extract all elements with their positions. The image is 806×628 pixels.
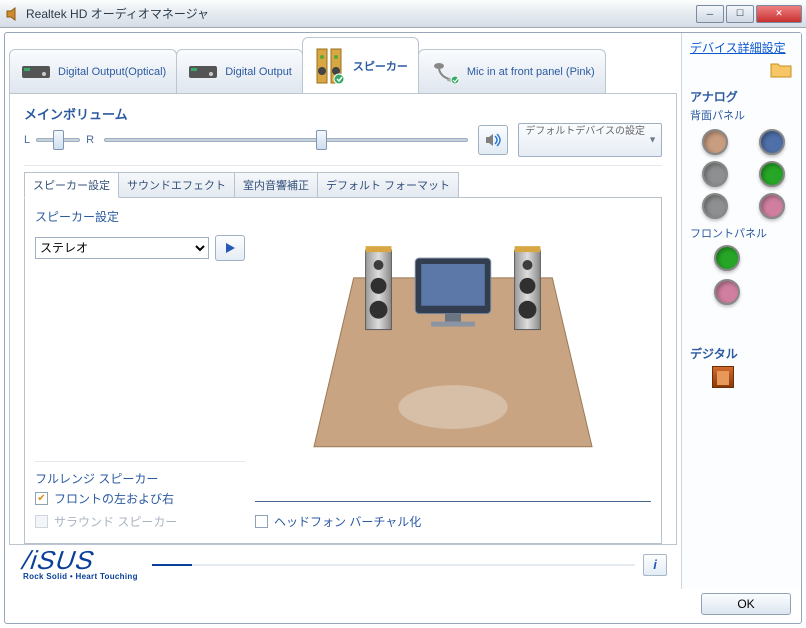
tab-default-format[interactable]: デフォルト フォーマット: [317, 172, 459, 198]
jack-rear-6[interactable]: [759, 193, 785, 219]
jack-rear-4[interactable]: [759, 161, 785, 187]
default-device-label: デフォルトデバイスの設定: [525, 126, 645, 137]
footer: /iSUS Rock Solid • Heart Touching i: [9, 545, 677, 589]
speaker-config-select[interactable]: ステレオ: [35, 237, 209, 259]
close-button[interactable]: ✕: [756, 5, 802, 23]
tab-speaker-config[interactable]: スピーカー設定: [24, 172, 119, 198]
digital-label: デジタル: [690, 345, 797, 362]
app-icon: [4, 6, 20, 22]
analog-label: アナログ: [690, 88, 797, 105]
tab-speakers[interactable]: スピーカー: [302, 37, 419, 93]
default-device-dropdown[interactable]: デフォルトデバイスの設定: [518, 123, 662, 157]
jack-rear-1[interactable]: [702, 129, 728, 155]
headphone-virtualization-checkbox[interactable]: ヘッドフォン バーチャル化: [255, 510, 651, 533]
receiver-icon: [20, 60, 52, 84]
jack-front-1[interactable]: [714, 245, 740, 271]
rear-jacks: [690, 129, 797, 219]
balance-r: R: [86, 134, 94, 146]
window-controls: ─ ☐ ✕: [694, 5, 802, 23]
checkbox-label: フロントの左および右: [54, 490, 174, 507]
speaker-room-visual: [255, 208, 651, 497]
jack-rear-3[interactable]: [702, 161, 728, 187]
full-range-label: フルレンジ スピーカー: [35, 470, 245, 487]
minimize-button[interactable]: ─: [696, 5, 724, 23]
tab-digital-output[interactable]: Digital Output: [176, 49, 303, 93]
mute-button[interactable]: [478, 125, 508, 155]
checkbox-label: ヘッドフォン バーチャル化: [274, 513, 421, 530]
folder-icon[interactable]: [769, 60, 793, 78]
full-range-surround-checkbox: サラウンド スピーカー: [35, 510, 245, 533]
speaker-config-label: スピーカー設定: [35, 208, 245, 225]
device-tabs: Digital Output(Optical) Digital Output ス…: [9, 37, 677, 93]
tab-label: Digital Output(Optical): [58, 66, 166, 78]
ok-row: OK: [5, 589, 801, 623]
tab-label: Digital Output: [225, 66, 292, 78]
main-volume-section: メインボリューム L R デフォルトデバイスの設定: [24, 104, 662, 166]
balance-slider[interactable]: [36, 138, 80, 142]
main-volume-label: メインボリューム: [24, 104, 662, 123]
play-test-button[interactable]: [215, 235, 245, 261]
checkbox-icon: [255, 515, 268, 528]
main-volume-slider[interactable]: [104, 138, 468, 142]
full-range-front-checkbox[interactable]: ✔ フロントの左および右: [35, 487, 245, 510]
tab-label: スピーカー: [353, 58, 408, 74]
speaker-left-icon: [366, 246, 392, 329]
brand-tagline: Rock Solid • Heart Touching: [23, 572, 138, 581]
balance-l: L: [24, 134, 30, 146]
jack-rear-5[interactable]: [702, 193, 728, 219]
tab-digital-output-optical[interactable]: Digital Output(Optical): [9, 49, 177, 93]
sub-tabs: スピーカー設定 サウンドエフェクト 室内音響補正 デフォルト フォーマット: [24, 172, 662, 198]
window-title: Realtek HD オーディオマネージャ: [26, 5, 694, 22]
jack-front-2[interactable]: [714, 279, 740, 305]
checkbox-icon: [35, 515, 48, 528]
device-advanced-settings-link[interactable]: デバイス詳細設定: [690, 41, 786, 55]
speaker-config-panel: スピーカー設定 ステレオ フルレンジ スピーカー ✔ フロントの: [24, 197, 662, 544]
digital-jack-icon[interactable]: [712, 366, 734, 388]
tab-mic-front-panel[interactable]: Mic in at front panel (Pink): [418, 49, 606, 93]
checkbox-label: サラウンド スピーカー: [54, 513, 177, 530]
tab-room-correction[interactable]: 室内音響補正: [234, 172, 318, 198]
tab-sound-effects[interactable]: サウンドエフェクト: [118, 172, 235, 198]
ok-button[interactable]: OK: [701, 593, 791, 615]
microphone-icon: [429, 60, 461, 84]
rear-panel-label: 背面パネル: [690, 107, 797, 123]
jack-rear-2[interactable]: [759, 129, 785, 155]
info-button[interactable]: i: [643, 554, 667, 576]
checkbox-icon: ✔: [35, 492, 48, 505]
speaker-icon: [313, 47, 347, 85]
right-panel: デバイス詳細設定 アナログ 背面パネル フロントパネル デジタル: [681, 33, 801, 589]
receiver-icon: [187, 60, 219, 84]
tab-label: Mic in at front panel (Pink): [467, 66, 595, 78]
maximize-button[interactable]: ☐: [726, 5, 754, 23]
brand-logo: /iSUS: [19, 549, 141, 572]
speaker-right-icon: [515, 246, 541, 329]
front-panel-label: フロントパネル: [690, 225, 797, 241]
titlebar: Realtek HD オーディオマネージャ ─ ☐ ✕: [0, 0, 806, 28]
